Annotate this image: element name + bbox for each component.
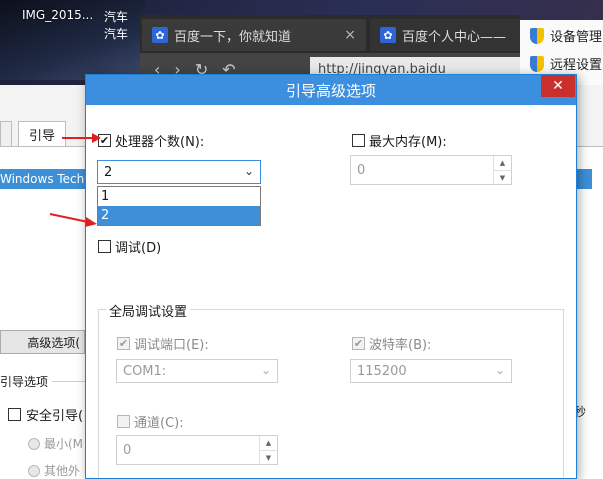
browser-tab-personal-center[interactable]: ✿ 百度个人中心—— (370, 19, 520, 51)
checkbox-box: ✔ (117, 337, 130, 350)
tab-boot-label: 引导 (28, 129, 55, 144)
baud-rate-select[interactable]: 115200 ⌄ (350, 359, 512, 383)
device-manager-label: 设备管理 (550, 30, 603, 45)
shield-icon (530, 27, 544, 44)
max-memory-checkbox[interactable]: 最大内存(M): (352, 131, 447, 150)
debug-label: 调试(D) (115, 241, 162, 256)
browser-tab-label: 百度一下，你就知道 (174, 29, 292, 45)
debug-port-label: 调试端口(E): (134, 338, 209, 353)
debug-checkbox[interactable]: 调试(D) (98, 237, 161, 256)
spin-down-icon[interactable]: ▼ (494, 170, 511, 184)
radio-minimal[interactable]: 最小(M (28, 435, 83, 452)
num-processors-label: 处理器个数(N): (115, 135, 205, 150)
channel-label: 通道(C): (134, 416, 184, 431)
boot-options-group-label: 引导选项 (0, 375, 49, 389)
safe-boot-checkbox[interactable]: 安全引导( (8, 405, 83, 424)
chevron-down-icon: ⌄ (260, 363, 271, 377)
desktop-thumbnail-label-3: 汽车 (104, 27, 129, 41)
spinner-buttons: ▲ ▼ (493, 156, 511, 184)
tab-previous[interactable] (0, 121, 12, 147)
desktop-thumbnail-label-2: 汽车 (104, 10, 129, 24)
max-memory-value: 0 (357, 162, 366, 178)
radio-circle (28, 464, 40, 477)
os-list-item-label: Windows Tech (0, 172, 85, 186)
remote-settings-label: 远程设置 (550, 58, 603, 73)
debug-port-checkbox[interactable]: ✔ 调试端口(E): (117, 334, 209, 353)
spinner-buttons: ▲ ▼ (259, 436, 277, 464)
global-debug-group-title: 全局调试设置 (106, 301, 191, 320)
checkbox-box (8, 408, 21, 421)
paw-icon: ✿ (380, 27, 396, 43)
checkbox-box (98, 240, 111, 253)
radio-other-label: 其他外 (44, 464, 81, 478)
browser-tab-label: 百度个人中心—— (402, 29, 507, 45)
tab-boot[interactable]: 引导 (18, 121, 66, 147)
remote-settings-link[interactable]: 远程设置 (530, 54, 602, 73)
radio-minimal-label: 最小(M (44, 437, 84, 451)
boot-advanced-options-dialog: 引导高级选项 ✕ ✔ 处理器个数(N): 2 ⌄ 1 2 最大内存(M): 0 … (85, 74, 577, 479)
num-processors-value: 2 (104, 164, 113, 180)
channel-spinner[interactable]: 0 ▲ ▼ (116, 435, 278, 465)
debug-port-value: COM1: (123, 363, 167, 379)
desktop-thumbnail-label: IMG_2015... (22, 8, 94, 22)
checkbox-box: ✔ (98, 134, 111, 147)
checkbox-box (352, 134, 365, 147)
desktop-thumbnail[interactable]: IMG_2015... 汽车 汽车 (0, 0, 145, 80)
radio-other[interactable]: 其他外 (28, 462, 80, 479)
channel-value: 0 (123, 442, 132, 458)
device-manager-link[interactable]: 设备管理 (530, 26, 602, 45)
safe-boot-label: 安全引导( (26, 409, 84, 424)
group-divider (52, 381, 85, 382)
checkbox-box (117, 415, 130, 428)
advanced-options-label: 高级选项( (27, 335, 80, 350)
close-icon[interactable]: × (344, 27, 356, 43)
spin-up-icon[interactable]: ▲ (260, 436, 277, 450)
os-list-item[interactable]: Windows Tech (0, 169, 85, 189)
baud-rate-checkbox[interactable]: ✔ 波特率(B): (352, 334, 431, 353)
baud-rate-value: 115200 (357, 363, 407, 379)
dropdown-option[interactable]: 1 (98, 187, 260, 206)
shield-icon (530, 55, 544, 72)
spin-down-icon[interactable]: ▼ (260, 450, 277, 464)
paw-icon: ✿ (152, 27, 168, 43)
chevron-down-icon: ⌄ (494, 363, 505, 377)
close-button[interactable]: ✕ (541, 75, 575, 97)
spin-up-icon[interactable]: ▲ (494, 156, 511, 170)
channel-checkbox[interactable]: 通道(C): (117, 412, 184, 431)
dialog-title: 引导高级选项 (285, 81, 376, 100)
advanced-options-button[interactable]: 高级选项( (0, 330, 85, 354)
tab-strip: 引导 (0, 121, 90, 147)
checkbox-box: ✔ (352, 337, 365, 350)
debug-port-select[interactable]: COM1: ⌄ (116, 359, 278, 383)
num-processors-checkbox[interactable]: ✔ 处理器个数(N): (98, 131, 204, 150)
num-processors-select[interactable]: 2 ⌄ (97, 160, 261, 184)
baud-rate-label: 波特率(B): (369, 338, 432, 353)
browser-tab-baidu[interactable]: ✿ 百度一下，你就知道 × (142, 19, 366, 51)
num-processors-dropdown: 1 2 (97, 186, 261, 226)
radio-circle (28, 437, 40, 450)
chevron-down-icon: ⌄ (243, 164, 254, 178)
dropdown-option-selected[interactable]: 2 (98, 206, 260, 225)
max-memory-label: 最大内存(M): (369, 135, 447, 150)
max-memory-spinner[interactable]: 0 ▲ ▼ (350, 155, 512, 185)
close-icon: ✕ (552, 78, 564, 94)
